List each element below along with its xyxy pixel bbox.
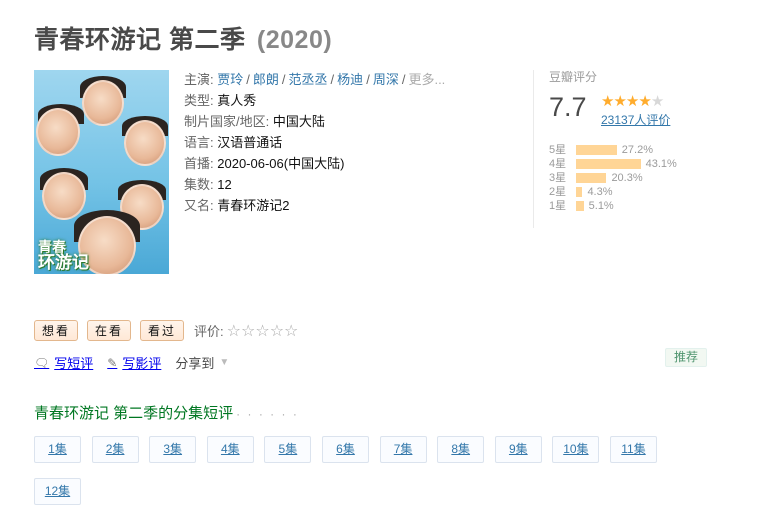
cast-link[interactable]: 范丞丞	[289, 72, 328, 87]
watching-button[interactable]: 在看	[87, 320, 132, 341]
episode-button[interactable]: 4集	[206, 436, 254, 463]
show-info: 主演: 贾玲 / 郎朗 / 范丞丞 / 杨迪 / 周深 / 更多... 类型: 真人秀 制片国家/地…	[184, 69, 445, 216]
rating-bar	[576, 201, 584, 211]
rating-stars: ★★★★★	[601, 92, 664, 110]
rating-bar	[576, 145, 617, 155]
review-links: 🗨︎ 写短评 ✎ 写影评 分享到 ▼	[34, 353, 243, 372]
rating-bar	[576, 159, 641, 169]
rating-bar-row: 3星 20.3%	[549, 172, 643, 184]
episode-button[interactable]: 10集	[552, 436, 600, 463]
rating-score: 7.7	[549, 92, 587, 122]
star-icon: ★	[625, 93, 639, 110]
show-year: (2020)	[256, 26, 333, 54]
star-icon: ★	[601, 93, 614, 110]
cast-link[interactable]: 杨迪	[337, 72, 363, 87]
write-short-review-link[interactable]: 🗨︎ 写短评	[34, 353, 93, 372]
episode-button[interactable]: 3集	[149, 436, 197, 463]
pen-icon: ✎	[107, 355, 118, 370]
episode-button[interactable]: 8集	[437, 436, 485, 463]
cast-link[interactable]: 贾玲	[217, 72, 243, 87]
episode-button[interactable]: 9集	[494, 436, 542, 463]
cast-more-link[interactable]: 更多...	[408, 72, 445, 87]
poster-image[interactable]: 青春 环游记	[34, 70, 169, 274]
comment-icon: 🗨︎	[34, 355, 50, 370]
star-icon: ★	[613, 93, 626, 110]
recommend-button[interactable]: 推荐	[665, 348, 708, 367]
share-dropdown[interactable]: 分享到 ▼	[175, 353, 229, 372]
rating-bar-row: 2星 4.3%	[549, 186, 613, 198]
watched-button[interactable]: 看过	[140, 320, 185, 341]
rating-bar	[576, 187, 583, 197]
episode-button[interactable]: 2集	[91, 436, 139, 463]
rating-bar	[576, 173, 607, 183]
episode-button[interactable]: 12集	[34, 478, 81, 505]
episode-button[interactable]: 6集	[322, 436, 369, 463]
rating-breakdown: 5星 27.2% 4星 43.1% 3星 20.3% 2星 4.3% 1星 5.1%	[549, 143, 677, 213]
cast-link[interactable]: 郎朗	[253, 72, 279, 87]
show-name: 青春环游记 第二季	[34, 26, 246, 54]
premiere-row: 首播: 2020-06-06(中国大陆)	[184, 156, 345, 171]
language-row: 语言: 汉语普通话	[184, 135, 283, 150]
rate-stars-input[interactable]: ☆☆☆☆☆	[227, 321, 299, 341]
episodes-row: 集数: 12	[184, 177, 232, 192]
rating-label: 豆瓣评分	[549, 70, 598, 84]
rating-bar-row: 4星 43.1%	[549, 158, 677, 170]
cast-row: 主演: 贾玲 / 郎朗 / 范丞丞 / 杨迪 / 周深 / 更多...	[184, 72, 446, 87]
rating-bar-row: 1星 5.1%	[549, 200, 614, 212]
poster-logo: 青春 环游记	[38, 239, 89, 272]
type-row: 类型: 真人秀	[184, 93, 257, 108]
episode-button[interactable]: 1集	[34, 436, 81, 463]
page-title: 青春环游记 第二季 (2020)	[34, 20, 332, 56]
rating-bar-row: 5星 27.2%	[549, 144, 653, 156]
divider	[533, 70, 534, 228]
action-bar: 想看 在看 看过 评价: ☆☆☆☆☆	[34, 320, 298, 341]
rate-label: 评价:	[194, 324, 224, 339]
votes-link[interactable]: 23137人评价	[601, 111, 670, 128]
episode-button[interactable]: 11集	[610, 436, 657, 463]
star-empty-icon: ★	[650, 93, 664, 110]
episode-button[interactable]: 5集	[264, 436, 312, 463]
episode-button[interactable]: 7集	[379, 436, 427, 463]
region-row: 制片国家/地区: 中国大陆	[184, 114, 325, 129]
star-icon: ★	[638, 93, 651, 110]
cast-link[interactable]: 周深	[373, 72, 399, 87]
caret-down-icon: ▼	[219, 357, 230, 368]
episode-section-title: 青春环游记 第二季的分集短评 · · · · · ·	[34, 405, 299, 422]
rating-panel: 豆瓣评分 7.7 ★★★★★ 23137人评价 5星 27.2% 4星 43.1% …	[549, 68, 719, 212]
write-review-link[interactable]: ✎ 写影评	[107, 353, 161, 372]
alias-row: 又名: 青春环游记2	[184, 198, 290, 213]
want-to-watch-button[interactable]: 想看	[34, 320, 79, 341]
